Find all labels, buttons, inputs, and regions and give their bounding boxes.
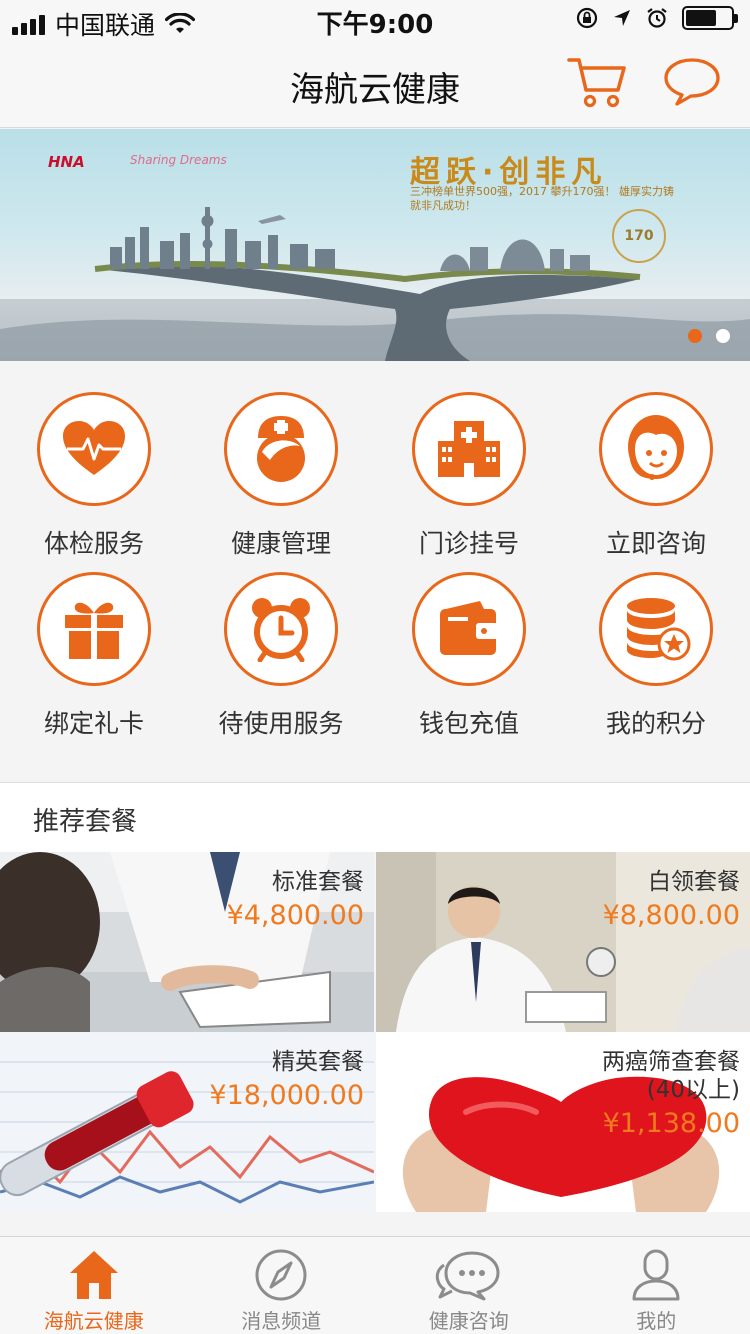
recommend-header: 推荐套餐 <box>0 782 750 852</box>
alarm-icon <box>647 8 667 28</box>
heart-pulse-icon <box>37 392 151 506</box>
package-card-white-collar[interactable]: 白领套餐 ¥8,800.00 <box>376 852 750 1032</box>
carousel-dot-2[interactable] <box>716 329 730 343</box>
app-screen: 中国联通 下午9:00 海航云健康 HNA Sharing Dreams 超跃·… <box>0 0 750 1334</box>
headset-agent-icon <box>599 392 713 506</box>
wallet-icon <box>412 572 526 686</box>
battery-level <box>686 10 716 26</box>
battery-icon <box>682 6 738 30</box>
service-pending-services[interactable]: 待使用服务 <box>187 542 375 738</box>
service-label: 我的积分 <box>605 709 706 738</box>
banner-brand: HNA <box>48 153 85 171</box>
package-price: ¥18,000.00 <box>209 1080 364 1111</box>
content-spacer <box>0 1212 750 1236</box>
tab-label: 健康咨询 <box>428 1309 509 1333</box>
cart-icon[interactable] <box>566 54 628 110</box>
service-label: 待使用服务 <box>218 709 344 738</box>
tab-messages[interactable]: 消息频道 <box>188 1237 376 1334</box>
tab-home[interactable]: 海航云健康 <box>0 1237 188 1334</box>
location-icon <box>614 10 630 26</box>
compass-icon <box>255 1249 307 1301</box>
package-price: ¥1,138.00 <box>602 1108 740 1139</box>
tab-health-consult[interactable]: 健康咨询 <box>375 1237 563 1334</box>
service-outpatient-registration[interactable]: 门诊挂号 <box>375 362 563 558</box>
carousel-dots <box>688 329 730 343</box>
status-bar: 中国联通 下午9:00 <box>0 0 750 40</box>
package-card-standard[interactable]: 标准套餐 ¥4,800.00 <box>0 852 374 1032</box>
package-name: 白领套餐 <box>648 869 740 895</box>
carousel-dot-1[interactable] <box>688 329 702 343</box>
tab-label: 海航云健康 <box>43 1309 144 1333</box>
service-label: 钱包充值 <box>418 709 519 738</box>
service-my-points[interactable]: 我的积分 <box>562 542 750 738</box>
alarm-clock-icon <box>224 572 338 686</box>
service-grid: 体检服务 健康管理 门诊挂号 立即咨询 绑定礼卡 待使用服务 钱包充值 我的积分 <box>0 362 750 782</box>
chat-bubbles-icon <box>435 1251 500 1301</box>
tab-label: 我的 <box>636 1309 677 1333</box>
promo-banner[interactable]: HNA Sharing Dreams 超跃·创非凡 三冲榜单世界500强，201… <box>0 129 750 361</box>
home-icon <box>69 1251 118 1299</box>
package-name: 标准套餐 <box>272 869 364 895</box>
package-card-cancer-screening[interactable]: 两癌筛查套餐 (40以上) ¥1,138.00 <box>376 1032 750 1212</box>
service-label: 绑定礼卡 <box>43 709 144 738</box>
page-title: 海航云健康 <box>290 70 460 110</box>
rotation-lock-icon <box>576 7 598 29</box>
user-icon <box>632 1249 680 1301</box>
gift-icon <box>37 572 151 686</box>
package-price: ¥8,800.00 <box>602 900 740 931</box>
service-health-management[interactable]: 健康管理 <box>187 362 375 558</box>
package-name-subtitle: (40以上) <box>646 1077 740 1103</box>
recommend-title: 推荐套餐 <box>33 807 138 837</box>
tab-label: 消息频道 <box>241 1309 322 1333</box>
message-icon[interactable] <box>662 56 722 108</box>
tab-profile[interactable]: 我的 <box>563 1237 750 1334</box>
service-consult-now[interactable]: 立即咨询 <box>562 362 750 558</box>
hospital-icon <box>412 392 526 506</box>
service-bind-gift-card[interactable]: 绑定礼卡 <box>0 542 188 738</box>
package-name: 精英套餐 <box>272 1049 364 1075</box>
coins-star-icon <box>599 572 713 686</box>
banner-slogan: Sharing Dreams <box>130 153 227 167</box>
package-price: ¥4,800.00 <box>226 900 364 931</box>
service-physical-exam[interactable]: 体检服务 <box>0 362 188 558</box>
service-wallet-topup[interactable]: 钱包充值 <box>375 542 563 738</box>
package-card-elite[interactable]: 精英套餐 ¥18,000.00 <box>0 1032 374 1212</box>
tab-bar: 海航云健康 消息频道 健康咨询 我的 <box>0 1236 750 1334</box>
nav-bar: 海航云健康 <box>0 40 750 128</box>
nurse-icon <box>224 392 338 506</box>
status-right <box>576 6 738 30</box>
banner-rank-badge: 170 <box>612 209 666 263</box>
